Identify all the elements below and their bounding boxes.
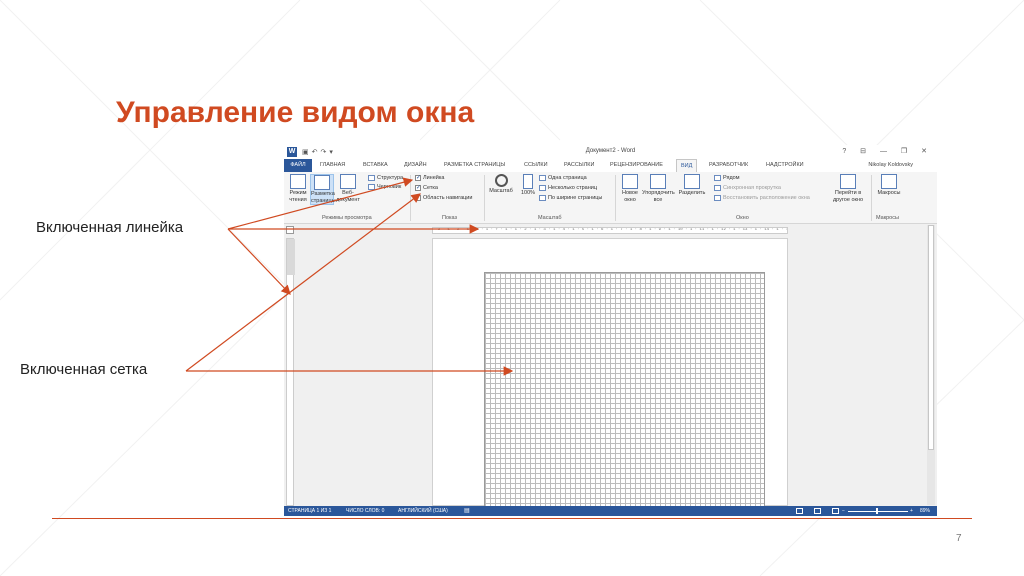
footer-divider xyxy=(52,518,972,519)
new-window-button[interactable]: Новое окно xyxy=(618,174,642,203)
draft-button[interactable]: Черновик xyxy=(368,183,401,192)
horizontal-ruler[interactable]: · 3 · 1 · 2 · 1 · 1 · 1 · ▿ · 1 · 1 · 2 … xyxy=(432,227,788,234)
ruler-check-icon: ✓ xyxy=(415,174,422,181)
tab-file[interactable]: ФАЙЛ xyxy=(284,159,312,172)
nav-check-icon xyxy=(415,194,421,201)
group-separator xyxy=(484,175,485,221)
multiple-pages-button[interactable]: Несколько страниц xyxy=(539,184,597,193)
tab-references[interactable]: ССЫЛКИ xyxy=(524,162,548,168)
group-label-zoom: Масштаб xyxy=(538,215,562,221)
slide-number: 7 xyxy=(956,533,962,544)
tab-addins[interactable]: НАДСТРОЙКИ xyxy=(766,162,804,168)
group-label-views: Режимы просмотра xyxy=(322,215,372,221)
sync-scroll-button[interactable]: Синхронная прокрутка xyxy=(714,184,781,193)
arrange-all-icon xyxy=(650,174,666,189)
macros-button[interactable]: Макросы xyxy=(874,174,904,197)
zoom-in-icon[interactable]: + xyxy=(910,506,913,516)
word-window: W ▣↶↷▾ Документ2 - Word ? ⊟ — ❐ ✕ ФАЙЛ Г… xyxy=(284,145,937,516)
tab-view[interactable]: ВИД xyxy=(676,159,698,172)
one-page-button[interactable]: Одна страница xyxy=(539,174,587,183)
read-mode-icon xyxy=(290,174,306,189)
ribbon-view: Режим чтения Разметка страницы Веб-докум… xyxy=(284,172,937,224)
zoom-level[interactable]: 89% xyxy=(920,506,930,516)
web-layout-view-icon[interactable] xyxy=(832,508,839,514)
tab-page-layout[interactable]: РАЗМЕТКА СТРАНИЦЫ xyxy=(444,162,505,168)
tab-review[interactable]: РЕЦЕНЗИРОВАНИЕ xyxy=(610,162,663,168)
tab-developer[interactable]: РАЗРАБОТЧИК xyxy=(709,162,748,168)
web-layout-button[interactable]: Веб-документ xyxy=(336,174,360,203)
user-name[interactable]: Nikolay Koldovsky xyxy=(868,162,913,168)
ruler-checkbox[interactable]: ✓ Линейка xyxy=(415,174,444,183)
tab-selector[interactable] xyxy=(286,226,294,234)
reset-window-icon xyxy=(714,194,721,201)
tab-home[interactable]: ГЛАВНАЯ xyxy=(320,162,345,168)
outline-button[interactable]: Структура xyxy=(368,174,403,183)
draft-icon xyxy=(368,183,375,190)
print-layout-button[interactable]: Разметка страницы xyxy=(310,174,336,205)
outline-icon xyxy=(368,174,375,181)
zoom-button[interactable]: Масштаб xyxy=(488,174,514,195)
sync-scroll-icon xyxy=(714,184,721,191)
grid-checkbox[interactable]: ✓ Сетка xyxy=(415,184,438,193)
group-separator xyxy=(410,175,411,221)
document-page[interactable] xyxy=(432,238,788,507)
read-mode-view-icon[interactable] xyxy=(796,508,803,514)
grid-check-icon: ✓ xyxy=(415,184,422,191)
switch-windows-icon xyxy=(840,174,856,189)
ruler-margin-top xyxy=(287,239,295,275)
group-label-window: Окно xyxy=(736,215,749,221)
reset-window-button[interactable]: Восстановить расположение окна xyxy=(714,194,810,203)
print-layout-icon xyxy=(314,175,330,190)
split-icon xyxy=(684,174,700,189)
navigation-pane-checkbox[interactable]: Область навигации xyxy=(415,194,472,203)
read-mode-button[interactable]: Режим чтения xyxy=(286,174,310,203)
group-label-show: Показ xyxy=(442,215,458,221)
page-count[interactable]: СТРАНИЦА 1 ИЗ 1 xyxy=(288,506,331,516)
multiple-pages-icon xyxy=(539,184,546,191)
tab-insert[interactable]: ВСТАВКА xyxy=(363,162,388,168)
web-layout-icon xyxy=(340,174,356,189)
arrange-all-button[interactable]: Упорядочить все xyxy=(642,174,675,203)
zoom-100-button[interactable]: 100% xyxy=(516,174,540,197)
group-separator xyxy=(615,175,616,221)
one-page-icon xyxy=(539,174,546,181)
tab-design[interactable]: ДИЗАЙН xyxy=(404,162,427,168)
title-bar: W ▣↶↷▾ Документ2 - Word ? ⊟ — ❐ ✕ xyxy=(284,145,937,159)
document-title: Документ2 - Word xyxy=(585,148,636,154)
zoom-slider-thumb[interactable] xyxy=(876,508,878,514)
print-layout-view-icon[interactable] xyxy=(814,508,821,514)
scrollbar-thumb[interactable] xyxy=(928,225,934,450)
language[interactable]: АНГЛИЙСКИЙ (США) xyxy=(398,506,448,516)
status-bar: СТРАНИЦА 1 ИЗ 1 ЧИСЛО СЛОВ: 0 АНГЛИЙСКИЙ… xyxy=(284,506,937,516)
page-100-icon xyxy=(523,174,533,189)
new-window-icon xyxy=(622,174,638,189)
proofing-icon[interactable]: ▤ xyxy=(464,506,470,516)
page-width-button[interactable]: По ширине страницы xyxy=(539,194,602,203)
side-by-side-button[interactable]: Рядом xyxy=(714,174,740,183)
zoom-slider[interactable] xyxy=(848,511,908,512)
macros-icon xyxy=(881,174,897,189)
tab-mailings[interactable]: РАССЫЛКИ xyxy=(564,162,594,168)
group-separator xyxy=(871,175,872,221)
group-label-macros: Макросы xyxy=(876,215,899,221)
switch-windows-button[interactable]: Перейти в другое окно xyxy=(828,174,868,203)
side-by-side-icon xyxy=(714,174,721,181)
slide-title: Управление видом окна xyxy=(116,96,475,129)
magnifier-icon xyxy=(494,174,508,187)
window-controls[interactable]: ? ⊟ — ❐ ✕ xyxy=(842,147,933,155)
vertical-scrollbar[interactable] xyxy=(927,225,935,505)
callout-ruler: Включенная линейка xyxy=(36,219,184,236)
callout-grid: Включенная сетка xyxy=(20,361,148,378)
split-button[interactable]: Разделить xyxy=(678,174,706,197)
ribbon-tabs: ФАЙЛ ГЛАВНАЯ ВСТАВКА ДИЗАЙН РАЗМЕТКА СТР… xyxy=(284,159,937,172)
vertical-ruler[interactable] xyxy=(286,238,295,506)
page-width-icon xyxy=(539,194,546,201)
zoom-out-icon[interactable]: − xyxy=(842,506,845,516)
gridlines xyxy=(484,272,765,507)
word-count[interactable]: ЧИСЛО СЛОВ: 0 xyxy=(346,506,384,516)
